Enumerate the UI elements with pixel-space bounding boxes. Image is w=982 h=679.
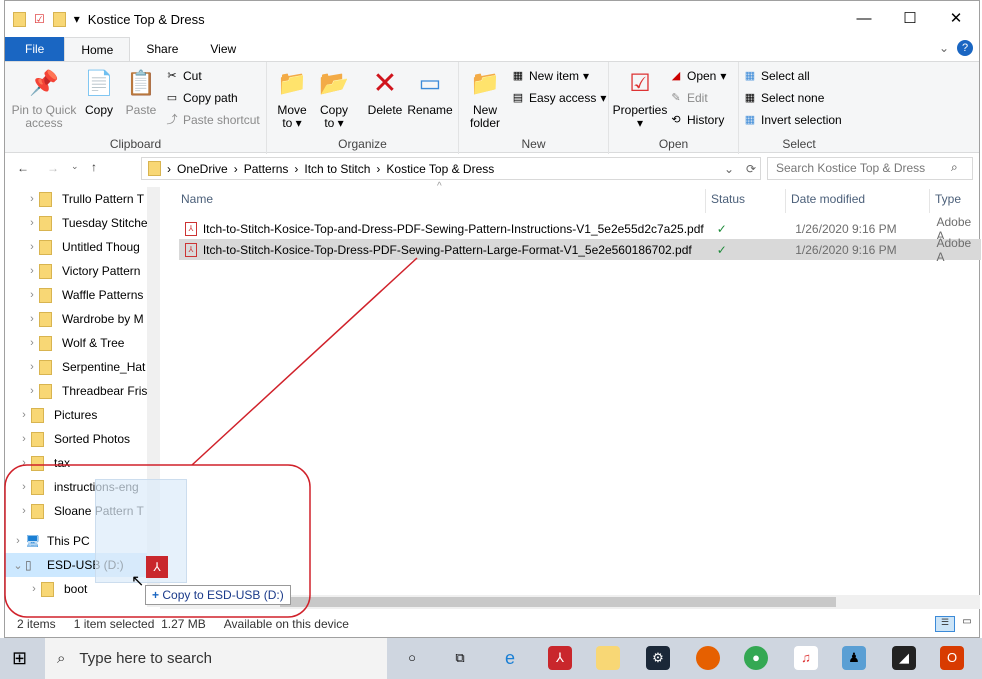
search-icon: ⌕ [57, 650, 66, 667]
edge-icon[interactable]: e [498, 646, 522, 670]
cortana-icon[interactable]: ○ [400, 646, 424, 670]
annotation-arrow-line [191, 257, 418, 466]
taskbar: ⊞ ⌕ Type here to search ○ ⧉ e ⅄ ⚙ ● ♫ ♟ ◢… [0, 638, 982, 679]
taskbar-search[interactable]: ⌕ Type here to search [45, 638, 387, 679]
annotation-highlight-box [4, 464, 311, 618]
start-button[interactable]: ⊞ [12, 648, 27, 669]
itunes-icon[interactable]: ♫ [794, 646, 818, 670]
chrome-icon[interactable]: ● [744, 646, 768, 670]
firefox-icon[interactable] [696, 646, 720, 670]
annotation-overlay [4, 257, 418, 618]
task-view-icon[interactable]: ⧉ [448, 646, 472, 670]
office-icon[interactable]: O [940, 646, 964, 670]
acrobat-taskbar-icon[interactable]: ⅄ [548, 646, 572, 670]
sticky-notes-icon[interactable]: ◢ [892, 646, 916, 670]
steam-icon[interactable]: ⚙ [646, 646, 670, 670]
file-explorer-taskbar-icon[interactable] [596, 646, 620, 670]
kindle-icon[interactable]: ♟ [842, 646, 866, 670]
